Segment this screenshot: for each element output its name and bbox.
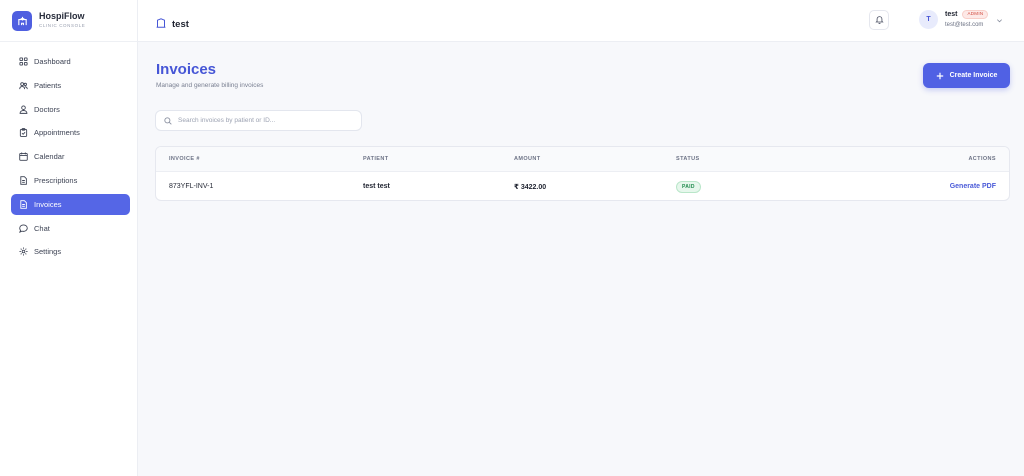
sidebar-item-label: Appointments <box>34 128 80 138</box>
create-invoice-label: Create Invoice <box>949 72 998 79</box>
sidebar-item-appointments[interactable]: Appointments <box>11 122 130 143</box>
sidebar: HospiFlow CLINIC CONSOLE Dashboard Patie… <box>0 0 138 476</box>
column-header-status: STATUS <box>676 156 700 162</box>
sidebar-nav: Dashboard Patients Doctors Appointments … <box>0 42 137 262</box>
sidebar-item-label: Settings <box>34 247 62 257</box>
amount-cell: ₹ 3422.00 <box>514 184 547 191</box>
sidebar-item-chat[interactable]: Chat <box>11 218 130 239</box>
gear-icon <box>19 247 28 256</box>
user-menu[interactable]: T test ADMIN test@test.com <box>919 9 1003 29</box>
hospital-logo-icon <box>12 10 32 31</box>
sidebar-item-label: Invoices <box>34 199 62 209</box>
invoices-table: INVOICE # PATIENT AMOUNT STATUS ACTIONS … <box>155 146 1010 201</box>
building-icon <box>156 15 166 33</box>
search-icon <box>164 112 172 130</box>
search-box[interactable] <box>155 110 362 131</box>
page-title: Invoices <box>156 61 217 78</box>
chevron-down-icon <box>996 11 1003 29</box>
column-header-invoice: INVOICE # <box>169 156 200 162</box>
role-badge: ADMIN <box>962 9 989 20</box>
sidebar-item-label: Patients <box>34 80 62 90</box>
sidebar-item-label: Prescriptions <box>34 175 78 185</box>
grid-icon <box>19 57 28 66</box>
sidebar-item-label: Chat <box>34 223 50 233</box>
brand[interactable]: HospiFlow CLINIC CONSOLE <box>0 0 137 42</box>
sidebar-item-prescriptions[interactable]: Prescriptions <box>11 170 130 191</box>
clinic-name: test <box>172 18 189 30</box>
search-input[interactable] <box>178 117 348 124</box>
clinic-selector[interactable]: test <box>156 15 189 33</box>
invoice-id-cell: 873YFL-INV-1 <box>169 183 214 190</box>
status-badge: PAID <box>676 181 701 193</box>
sidebar-item-label: Doctors <box>34 104 60 114</box>
invoice-icon <box>19 200 28 209</box>
brand-name: HospiFlow <box>39 11 85 22</box>
calendar-icon <box>19 152 28 161</box>
page-subtitle: Manage and generate billing invoices <box>156 82 264 89</box>
topbar: test T test ADMIN test@test.com <box>138 0 1024 42</box>
brand-subtitle: CLINIC CONSOLE <box>39 23 86 29</box>
user-name: test <box>945 11 958 18</box>
sidebar-item-dashboard[interactable]: Dashboard <box>11 51 130 72</box>
stethoscope-icon <box>19 105 28 114</box>
sidebar-item-label: Calendar <box>34 152 65 162</box>
sidebar-item-doctors[interactable]: Doctors <box>11 99 130 120</box>
column-header-actions: ACTIONS <box>968 156 996 162</box>
patient-cell: test test <box>363 183 390 190</box>
sidebar-item-invoices[interactable]: Invoices <box>11 193 130 215</box>
table-row: 873YFL-INV-1 test test ₹ 3422.00 PAID Ge… <box>156 172 1009 200</box>
column-header-patient: PATIENT <box>363 156 389 162</box>
sidebar-item-label: Dashboard <box>34 57 71 66</box>
create-invoice-button[interactable]: Create Invoice <box>923 63 1010 88</box>
plus-icon <box>936 72 944 80</box>
notifications-button[interactable] <box>869 10 889 30</box>
users-icon <box>19 81 28 90</box>
sidebar-item-settings[interactable]: Settings <box>11 241 130 262</box>
document-icon <box>19 176 28 185</box>
clipboard-icon <box>19 128 28 138</box>
sidebar-item-calendar[interactable]: Calendar <box>11 146 130 167</box>
bell-icon <box>874 11 884 29</box>
table-header: INVOICE # PATIENT AMOUNT STATUS ACTIONS <box>156 147 1009 172</box>
sidebar-item-patients[interactable]: Patients <box>11 75 130 96</box>
avatar: T <box>919 9 938 29</box>
column-header-amount: AMOUNT <box>514 156 541 162</box>
generate-pdf-link[interactable]: Generate PDF <box>950 183 996 190</box>
user-email: test@test.com <box>945 22 984 29</box>
chat-icon <box>19 224 28 233</box>
